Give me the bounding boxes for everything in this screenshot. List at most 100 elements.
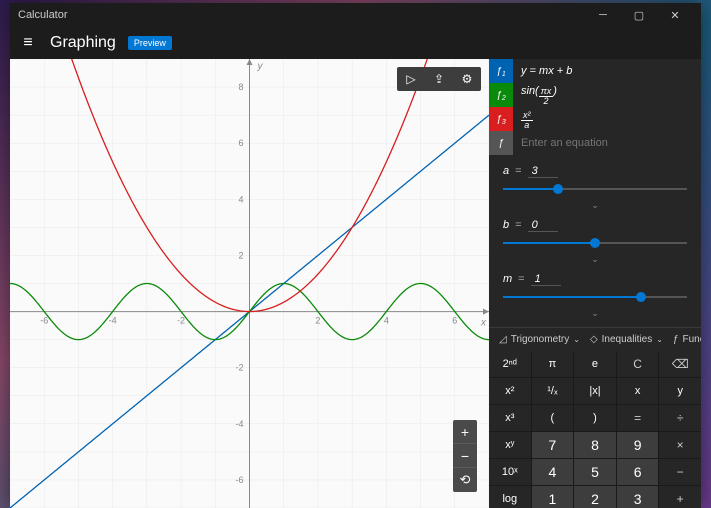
key-9[interactable]: 9 xyxy=(617,432,659,458)
category-label: Inequalities xyxy=(602,334,653,345)
key-4[interactable]: 4 xyxy=(532,459,574,485)
key-)[interactable]: ) xyxy=(574,405,616,431)
category-icon: ƒ xyxy=(673,334,679,345)
chevron-down-icon[interactable]: ⌄ xyxy=(503,254,687,265)
chevron-down-icon[interactable]: ⌄ xyxy=(503,308,687,319)
svg-text:x: x xyxy=(480,318,487,329)
key-([interactable]: ( xyxy=(532,405,574,431)
category-trigonometry[interactable]: ◿ Trigonometry⌄ xyxy=(499,334,580,345)
graph-canvas[interactable]: -6-4-2246-6-4-22468xy xyxy=(10,59,489,508)
maximize-button[interactable]: ▢ xyxy=(621,3,657,27)
chevron-down-icon: ⌄ xyxy=(573,335,580,344)
key-5[interactable]: 5 xyxy=(574,459,616,485)
function-badge[interactable]: ƒ3 xyxy=(489,107,513,131)
function-badge[interactable]: ƒ xyxy=(489,131,513,155)
key-2ⁿᵈ[interactable]: 2ⁿᵈ xyxy=(489,351,531,377)
graph-area[interactable]: -6-4-2246-6-4-22468xy ▷ ⇪ ⚙ + − ⟲ xyxy=(10,59,489,508)
window-title: Calculator xyxy=(18,9,585,21)
svg-text:y: y xyxy=(257,61,264,72)
function-badge[interactable]: ƒ2 xyxy=(489,83,513,107)
key-|x|[interactable]: |x| xyxy=(574,378,616,404)
app-header: ≡ Graphing Preview xyxy=(10,27,701,59)
equation-input[interactable] xyxy=(513,137,701,149)
svg-text:-6: -6 xyxy=(40,316,48,326)
close-button[interactable]: ✕ xyxy=(657,3,693,27)
variable-value[interactable]: 3 xyxy=(528,165,558,178)
function-row[interactable]: ƒ2sin(πx2) xyxy=(489,83,701,107)
key-−[interactable]: − xyxy=(659,459,701,485)
variable-slider[interactable] xyxy=(503,290,687,306)
key-×[interactable]: × xyxy=(659,432,701,458)
variable-name: b xyxy=(503,219,509,231)
svg-text:6: 6 xyxy=(452,316,457,326)
content: -6-4-2246-6-4-22468xy ▷ ⇪ ⚙ + − ⟲ ƒ1y = … xyxy=(10,59,701,508)
function-badge[interactable]: ƒ1 xyxy=(489,59,513,83)
function-row[interactable]: ƒ3x²a xyxy=(489,107,701,131)
menu-icon[interactable]: ≡ xyxy=(18,34,38,52)
key-10ˣ[interactable]: 10ˣ xyxy=(489,459,531,485)
key-+[interactable]: + xyxy=(659,486,701,508)
graph-toolbar: ▷ ⇪ ⚙ xyxy=(397,67,481,91)
settings-icon[interactable]: ⚙ xyxy=(453,67,481,91)
svg-text:6: 6 xyxy=(238,138,243,148)
key-¹/ₓ[interactable]: ¹/ₓ xyxy=(532,378,574,404)
variable-row: m=1 ⌄ xyxy=(503,273,687,319)
key-8[interactable]: 8 xyxy=(574,432,616,458)
svg-text:2: 2 xyxy=(315,316,320,326)
reset-view-button[interactable]: ⟲ xyxy=(453,468,477,492)
svg-text:4: 4 xyxy=(238,194,243,204)
function-list: ƒ1y = mx + bƒ2sin(πx2)ƒ3x²aƒ xyxy=(489,59,701,155)
category-label: Trigonometry xyxy=(511,334,570,345)
key-=[interactable]: = xyxy=(617,405,659,431)
category-function[interactable]: ƒFunction⌄ xyxy=(673,334,701,345)
key-x²[interactable]: x² xyxy=(489,378,531,404)
key-C[interactable]: C xyxy=(617,351,659,377)
function-row[interactable]: ƒ1y = mx + b xyxy=(489,59,701,83)
chevron-down-icon: ⌄ xyxy=(656,335,663,344)
key-y[interactable]: y xyxy=(659,378,701,404)
trace-icon[interactable]: ▷ xyxy=(397,67,425,91)
category-icon: ◿ xyxy=(499,334,507,345)
window-controls: ─ ▢ ✕ xyxy=(585,3,693,27)
function-expression: sin(πx2) xyxy=(513,85,701,106)
function-row[interactable]: ƒ xyxy=(489,131,701,155)
chevron-down-icon[interactable]: ⌄ xyxy=(503,200,687,211)
mode-title: Graphing xyxy=(50,34,116,52)
variable-value[interactable]: 0 xyxy=(528,219,558,232)
svg-text:2: 2 xyxy=(238,250,243,260)
svg-text:-2: -2 xyxy=(177,316,185,326)
category-row: ◿Trigonometry⌄◇Inequalities⌄ƒFunction⌄ xyxy=(489,327,701,351)
key-3[interactable]: 3 xyxy=(617,486,659,508)
titlebar[interactable]: Calculator ─ ▢ ✕ xyxy=(10,3,701,27)
key-2[interactable]: 2 xyxy=(574,486,616,508)
svg-text:4: 4 xyxy=(384,316,389,326)
zoom-controls: + − ⟲ xyxy=(453,420,477,492)
key-1[interactable]: 1 xyxy=(532,486,574,508)
zoom-out-button[interactable]: − xyxy=(453,444,477,468)
category-icon: ◇ xyxy=(590,334,598,345)
key-⌫[interactable]: ⌫ xyxy=(659,351,701,377)
key-e[interactable]: e xyxy=(574,351,616,377)
category-inequalities[interactable]: ◇ Inequalities⌄ xyxy=(590,334,663,345)
function-expression: y = mx + b xyxy=(513,65,701,77)
preview-badge: Preview xyxy=(128,36,172,50)
key-6[interactable]: 6 xyxy=(617,459,659,485)
variable-slider[interactable] xyxy=(503,236,687,252)
key-7[interactable]: 7 xyxy=(532,432,574,458)
key-x³[interactable]: x³ xyxy=(489,405,531,431)
share-icon[interactable]: ⇪ xyxy=(425,67,453,91)
variable-row: b=0 ⌄ xyxy=(503,219,687,265)
key-log[interactable]: log xyxy=(489,486,531,508)
zoom-in-button[interactable]: + xyxy=(453,420,477,444)
svg-text:-4: -4 xyxy=(235,419,243,429)
svg-text:8: 8 xyxy=(238,82,243,92)
key-x[interactable]: x xyxy=(617,378,659,404)
variable-name: a xyxy=(503,165,509,177)
variable-value[interactable]: 1 xyxy=(531,273,561,286)
key-π[interactable]: π xyxy=(532,351,574,377)
variable-panel: a=3 ⌄b=0 ⌄m=1 ⌄ xyxy=(489,155,701,323)
variable-slider[interactable] xyxy=(503,182,687,198)
key-xʸ[interactable]: xʸ xyxy=(489,432,531,458)
key-÷[interactable]: ÷ xyxy=(659,405,701,431)
minimize-button[interactable]: ─ xyxy=(585,3,621,27)
